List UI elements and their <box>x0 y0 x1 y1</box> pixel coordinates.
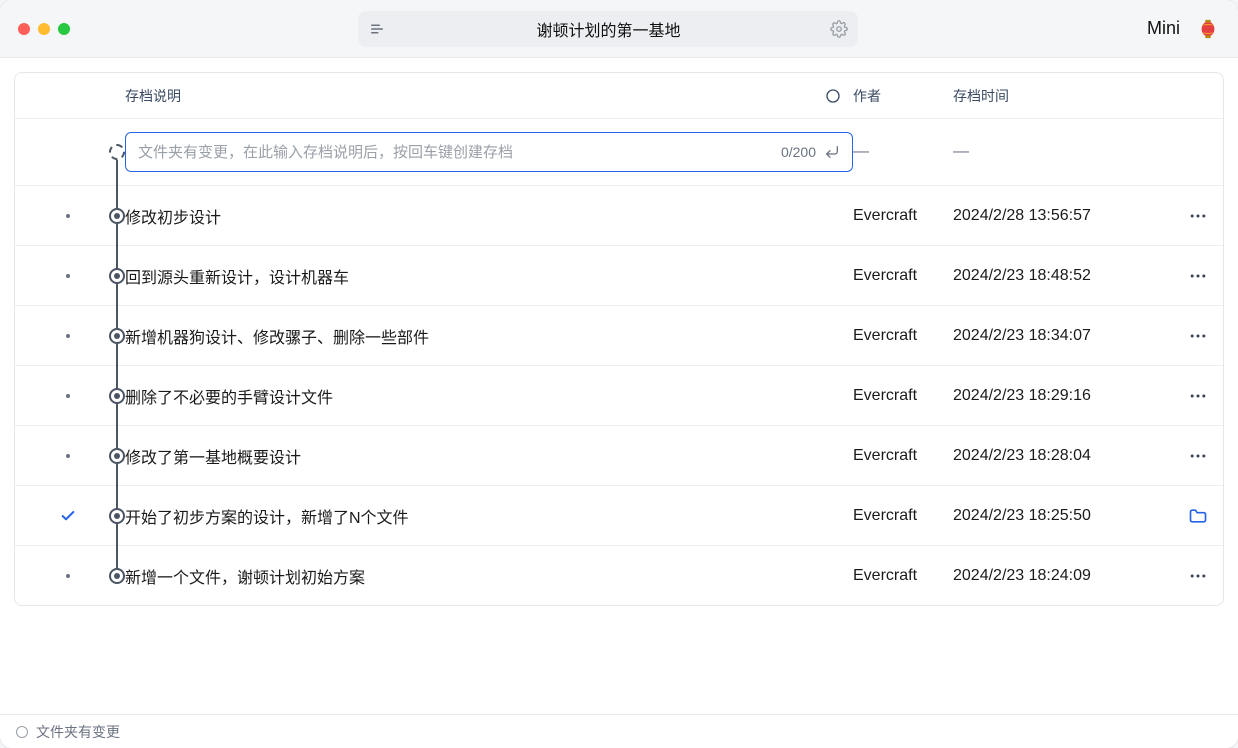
dot-icon <box>66 394 70 398</box>
time-cell: 2024/2/23 18:29:16 <box>953 387 1173 405</box>
header-description[interactable]: 存档说明 <box>125 86 813 106</box>
timeline-marker <box>15 306 125 365</box>
timeline-node-icon <box>109 388 125 404</box>
author-cell: Evercraft <box>853 507 953 525</box>
actions-cell <box>1173 566 1223 586</box>
timeline-node-icon <box>109 328 125 344</box>
timeline-node-icon <box>109 508 125 524</box>
table-row[interactable]: 修改了第一基地概要设计 Evercraft 2024/2/23 18:28:04 <box>15 425 1223 485</box>
dot-icon <box>66 214 70 218</box>
timeline-marker <box>15 546 125 605</box>
mini-label[interactable]: Mini <box>1147 18 1180 39</box>
timeline-node-icon <box>109 208 125 224</box>
table-header: 存档说明 作者 存档时间 <box>15 73 1223 119</box>
timeline-marker <box>15 486 125 545</box>
statusbar: 文件夹有变更 <box>0 714 1238 748</box>
table-row[interactable]: 回到源头重新设计，设计机器车 Evercraft 2024/2/23 18:48… <box>15 245 1223 305</box>
time-cell: 2024/2/23 18:48:52 <box>953 267 1173 285</box>
timeline-node-icon <box>109 268 125 284</box>
maximize-window-button[interactable] <box>58 23 70 35</box>
lantern-icon[interactable] <box>1196 17 1220 41</box>
dot-icon <box>66 334 70 338</box>
dot-icon <box>66 454 70 458</box>
table-row[interactable]: 修改初步设计 Evercraft 2024/2/28 13:56:57 <box>15 185 1223 245</box>
archive-table: 存档说明 作者 存档时间 0/200 — — 修改初步设计 Evercraft … <box>14 72 1224 606</box>
description-cell: 开始了初步方案的设计，新增了N个文件 <box>125 504 813 528</box>
folder-open-icon[interactable] <box>1188 506 1208 526</box>
time-cell: 2024/2/28 13:56:57 <box>953 207 1173 225</box>
timeline-node-dashed-icon <box>109 144 125 160</box>
more-icon[interactable] <box>1188 206 1208 226</box>
time-cell: 2024/2/23 18:34:07 <box>953 327 1173 345</box>
actions-cell <box>1173 206 1223 226</box>
more-icon[interactable] <box>1188 446 1208 466</box>
list-icon[interactable] <box>368 20 386 38</box>
actions-cell <box>1173 506 1223 526</box>
close-window-button[interactable] <box>18 23 30 35</box>
app-window: 谢顿计划的第一基地 Mini 存档说明 作者 存档时间 <box>0 0 1238 748</box>
traffic-lights <box>18 23 70 35</box>
time-cell: 2024/2/23 18:24:09 <box>953 567 1173 585</box>
description-cell: 新增一个文件，谢顿计划初始方案 <box>125 564 813 588</box>
header-refresh[interactable] <box>813 88 853 104</box>
description-cell: 新增机器狗设计、修改骡子、删除一些部件 <box>125 324 813 348</box>
description-cell: 修改了第一基地概要设计 <box>125 444 813 468</box>
timeline-node-icon <box>109 568 125 584</box>
description-cell: 修改初步设计 <box>125 204 813 228</box>
content-area: 存档说明 作者 存档时间 0/200 — — 修改初步设计 Evercraft … <box>0 58 1238 714</box>
actions-cell <box>1173 266 1223 286</box>
more-icon[interactable] <box>1188 266 1208 286</box>
author-cell: — <box>853 143 953 161</box>
gear-icon[interactable] <box>830 20 848 38</box>
author-cell: Evercraft <box>853 327 953 345</box>
header-time[interactable]: 存档时间 <box>953 86 1173 106</box>
author-cell: Evercraft <box>853 447 953 465</box>
title-center: 谢顿计划的第一基地 <box>82 11 1135 47</box>
minimize-window-button[interactable] <box>38 23 50 35</box>
time-cell: 2024/2/23 18:28:04 <box>953 447 1173 465</box>
author-cell: Evercraft <box>853 567 953 585</box>
actions-cell <box>1173 446 1223 466</box>
input-row: 0/200 — — <box>15 119 1223 185</box>
titlebar: 谢顿计划的第一基地 Mini <box>0 0 1238 58</box>
enter-icon[interactable] <box>824 144 840 160</box>
author-cell: Evercraft <box>853 387 953 405</box>
right-controls: Mini <box>1147 17 1220 41</box>
timeline-marker <box>15 186 125 245</box>
timeline-marker <box>15 119 125 185</box>
table-row[interactable]: 新增一个文件，谢顿计划初始方案 Evercraft 2024/2/23 18:2… <box>15 545 1223 605</box>
check-icon <box>60 508 76 524</box>
time-cell: 2024/2/23 18:25:50 <box>953 507 1173 525</box>
dot-icon <box>66 574 70 578</box>
author-cell: Evercraft <box>853 207 953 225</box>
timeline-marker <box>15 366 125 425</box>
table-row[interactable]: 开始了初步方案的设计，新增了N个文件 Evercraft 2024/2/23 1… <box>15 485 1223 545</box>
description-cell: 回到源头重新设计，设计机器车 <box>125 264 813 288</box>
title-box[interactable]: 谢顿计划的第一基地 <box>358 11 858 47</box>
archive-description-input[interactable] <box>138 144 773 161</box>
timeline-node-icon <box>109 448 125 464</box>
description-cell: 删除了不必要的手臂设计文件 <box>125 384 813 408</box>
author-cell: Evercraft <box>853 267 953 285</box>
dot-icon <box>66 274 70 278</box>
table-row[interactable]: 删除了不必要的手臂设计文件 Evercraft 2024/2/23 18:29:… <box>15 365 1223 425</box>
more-icon[interactable] <box>1188 326 1208 346</box>
header-author[interactable]: 作者 <box>853 86 953 106</box>
status-circle-icon <box>16 726 28 738</box>
status-text: 文件夹有变更 <box>36 722 120 742</box>
page-title: 谢顿计划的第一基地 <box>398 17 818 41</box>
table-body: 0/200 — — 修改初步设计 Evercraft 2024/2/28 13:… <box>15 119 1223 605</box>
more-icon[interactable] <box>1188 566 1208 586</box>
time-cell: — <box>953 143 1173 161</box>
actions-cell <box>1173 386 1223 406</box>
more-icon[interactable] <box>1188 386 1208 406</box>
actions-cell <box>1173 326 1223 346</box>
archive-input-wrap[interactable]: 0/200 <box>125 132 853 172</box>
table-row[interactable]: 新增机器狗设计、修改骡子、删除一些部件 Evercraft 2024/2/23 … <box>15 305 1223 365</box>
char-counter: 0/200 <box>781 144 816 160</box>
timeline-marker <box>15 426 125 485</box>
timeline-marker <box>15 246 125 305</box>
